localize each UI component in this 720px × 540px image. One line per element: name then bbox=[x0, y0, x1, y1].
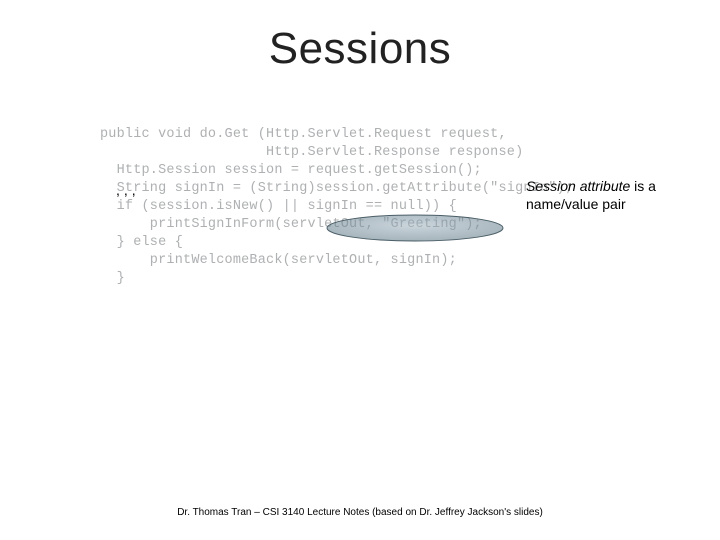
code-line: printSignInForm(servletOut, "Greeting"); bbox=[100, 216, 620, 234]
annotation-italic: Session attribute bbox=[526, 178, 630, 194]
slide: Sessions public void do.Get (Http.Servle… bbox=[0, 0, 720, 540]
code-line: } else { bbox=[100, 234, 620, 252]
code-line: public void do.Get (Http.Servlet.Request… bbox=[100, 126, 620, 144]
code-line: printWelcomeBack(servletOut, signIn); bbox=[100, 252, 620, 270]
code-line: Http.Servlet.Response response) bbox=[100, 144, 620, 162]
ellipsis-marker: ,,, bbox=[116, 182, 140, 198]
footer-text: Dr. Thomas Tran – CSI 3140 Lecture Notes… bbox=[0, 507, 720, 518]
page-title: Sessions bbox=[0, 24, 720, 74]
annotation-text: Session attribute is a name/value pair bbox=[526, 177, 706, 213]
code-line: } bbox=[100, 270, 620, 288]
